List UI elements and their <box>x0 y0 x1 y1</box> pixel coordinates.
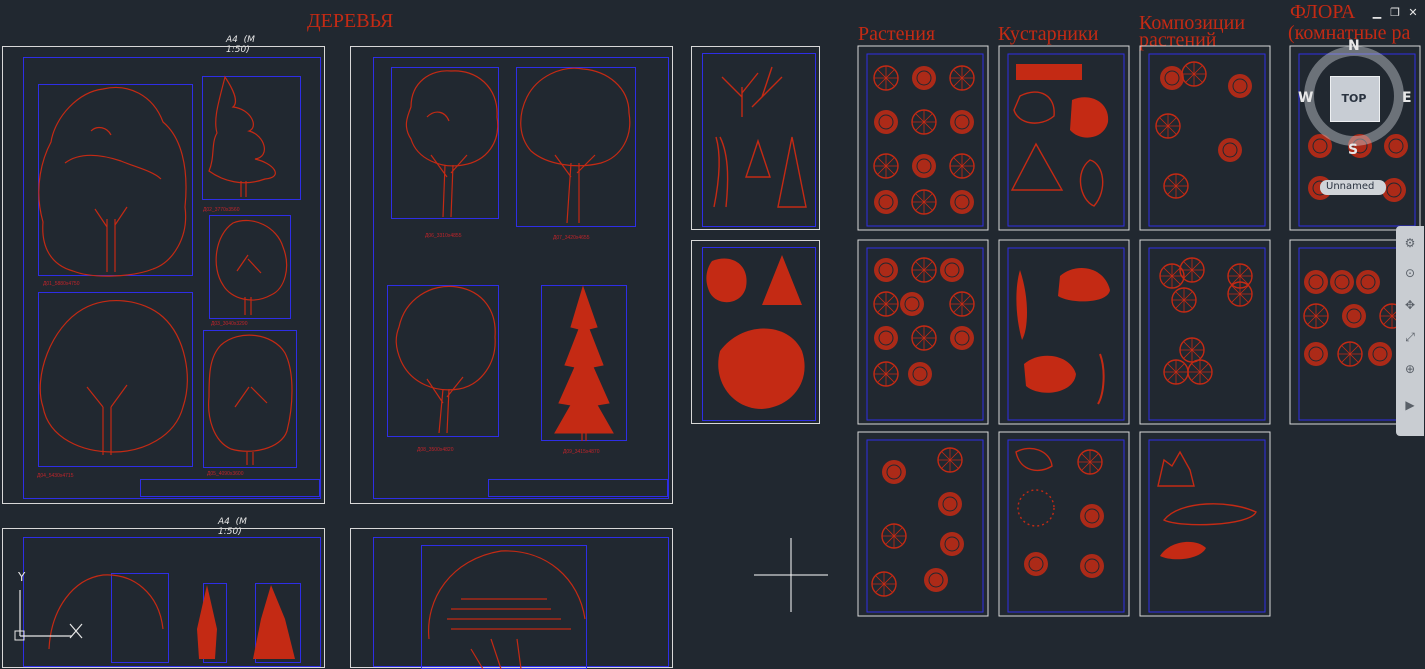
navbar-orbit-icon[interactable]: ⊕ <box>1401 360 1419 378</box>
tree-caption: Д04_5430х4715 <box>37 473 74 479</box>
close-button[interactable]: ✕ <box>1406 6 1420 20</box>
ucs-icon: Y <box>12 570 92 646</box>
viewcube-east[interactable]: E <box>1402 90 1412 106</box>
minimize-button[interactable]: ▁ <box>1370 6 1384 20</box>
drawing-sheet-trees-1[interactable]: Д01_5880х4750 Д02_3770х3560 Д03_3040х329… <box>2 46 325 504</box>
viewcube[interactable]: TOP N S W E <box>1296 36 1416 166</box>
navbar-steering-wheel-icon[interactable]: ⊙ <box>1401 264 1419 282</box>
tree-caption: Д06_3310х4855 <box>425 233 462 239</box>
tree-caption: Д08_3500х4820 <box>417 447 454 453</box>
title-plants: Растения <box>858 23 936 45</box>
viewcube-south[interactable]: S <box>1348 142 1358 158</box>
ucs-menu[interactable]: Unnamed <box>1320 180 1386 195</box>
tree-drawings <box>395 67 631 441</box>
title-compositions-line2: растений <box>1139 29 1217 51</box>
tree-caption: Д02_3770х3560 <box>203 207 240 213</box>
viewcube-west[interactable]: W <box>1298 90 1313 106</box>
drawing-sheet-trees-4[interactable] <box>350 528 673 669</box>
tree-caption: Д09_3415х4870 <box>563 449 600 455</box>
viewcube-north[interactable]: N <box>1348 38 1360 54</box>
tree-drawings <box>713 66 807 208</box>
viewcube-face-label: TOP <box>1341 92 1367 105</box>
navbar-showmotion-icon[interactable]: ▶ <box>1401 396 1419 414</box>
tree-caption: Д05_4090х3600 <box>207 471 244 477</box>
tree-drawings <box>38 75 293 465</box>
restore-button[interactable]: ❐ <box>1388 6 1402 20</box>
navbar-zoom-extents-icon[interactable]: ⤢ <box>1401 328 1419 346</box>
drawing-sheet-small[interactable] <box>691 46 820 230</box>
title-flora-line1: ФЛОРА <box>1290 1 1356 23</box>
tree-caption: Д01_5880х4750 <box>43 281 80 287</box>
tree-caption: Д07_3420х4655 <box>553 235 590 241</box>
navbar-settings-icon[interactable]: ⚙ <box>1401 234 1419 252</box>
title-shrubs: Кустарники <box>998 23 1099 45</box>
crosshair-cursor <box>754 538 828 612</box>
tree-caption: Д03_3040х3290 <box>211 321 248 327</box>
drawing-sheet-small[interactable] <box>691 240 820 424</box>
ucs-menu-label: Unnamed <box>1326 181 1375 192</box>
tree-drawings <box>706 255 805 409</box>
title-trees: ДЕРЕВЬЯ <box>307 10 394 32</box>
navbar-pan-icon[interactable]: ✥ <box>1401 296 1419 314</box>
tree-drawings <box>428 550 586 669</box>
drawing-sheet-trees-2[interactable]: Д06_3310х4855 Д07_3420х4655 Д08_3500х482… <box>350 46 673 504</box>
ucs-y-label: Y <box>18 570 26 584</box>
navigation-bar: ⚙ ⊙ ✥ ⤢ ⊕ ▶ <box>1396 226 1424 436</box>
